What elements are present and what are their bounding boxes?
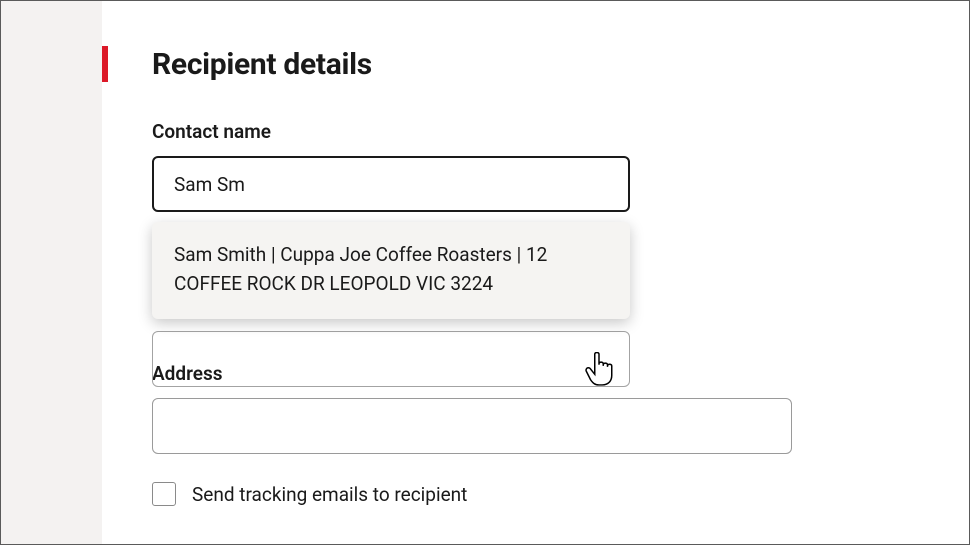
tracking-checkbox[interactable] — [152, 482, 176, 506]
autocomplete-dropdown: Sam Smith | Cuppa Joe Coffee Roasters | … — [152, 222, 630, 319]
tracking-checkbox-row: Send tracking emails to recipient — [152, 482, 919, 506]
sidebar-strip — [1, 1, 102, 544]
content-area: Recipient details Contact name Sam Smith… — [102, 1, 969, 544]
address-input[interactable] — [152, 398, 792, 454]
hidden-field-outline — [152, 331, 630, 387]
tracking-checkbox-label: Send tracking emails to recipient — [192, 483, 467, 506]
contact-name-label: Contact name — [152, 120, 919, 143]
autocomplete-option[interactable]: Sam Smith | Cuppa Joe Coffee Roasters | … — [152, 222, 630, 319]
contact-name-input[interactable] — [152, 156, 630, 212]
accent-bar — [102, 46, 108, 82]
contact-name-field-wrap: Sam Smith | Cuppa Joe Coffee Roasters | … — [152, 156, 919, 506]
section-heading: Recipient details — [102, 46, 919, 82]
page-title: Recipient details — [152, 47, 372, 82]
